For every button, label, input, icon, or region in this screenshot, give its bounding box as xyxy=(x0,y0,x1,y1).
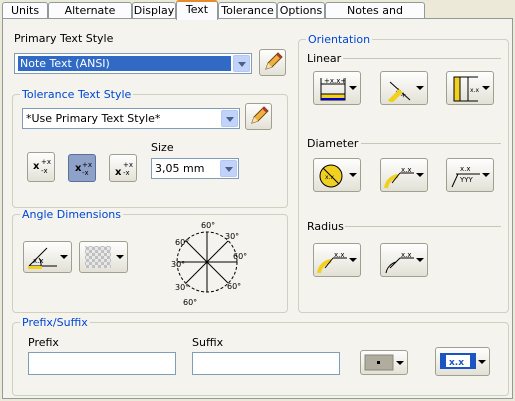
svg-text:x.x: x.x xyxy=(334,251,345,259)
svg-text:x: x xyxy=(75,163,82,174)
svg-text:x.x: x.x xyxy=(325,174,334,181)
checker-pattern-icon xyxy=(85,246,111,268)
size-value: 3,05 mm xyxy=(155,162,205,175)
symbol-square-icon xyxy=(364,354,394,371)
svg-text:YYY: YYY xyxy=(459,176,474,184)
svg-text:30°: 30° xyxy=(171,260,185,269)
svg-text:-x: -x xyxy=(82,169,89,177)
svg-text:-x: -x xyxy=(41,167,48,175)
text-frame-icon: x.x xyxy=(440,353,476,369)
size-label: Size xyxy=(151,141,174,154)
svg-text:-x: -x xyxy=(123,169,130,177)
diameter-leader-split-button[interactable]: x.x xyxy=(380,158,428,192)
svg-text:60°: 60° xyxy=(183,298,197,307)
chevron-down-icon[interactable] xyxy=(233,55,250,72)
tab-display[interactable]: Display xyxy=(132,2,176,19)
tolerance-stacked-icon: x +x-x xyxy=(33,158,51,175)
tolerance-stacked-button[interactable]: x +x -x xyxy=(27,152,55,182)
svg-text:x.x: x.x xyxy=(449,358,464,368)
edit-tolerance-text-style-button[interactable] xyxy=(245,103,272,130)
svg-text:+x: +x xyxy=(82,161,92,169)
svg-text:30°: 30° xyxy=(225,232,239,241)
svg-text:x.x: x.x xyxy=(460,165,471,173)
linear-label: Linear xyxy=(307,52,342,65)
angle-style-split-button[interactable]: x.x xyxy=(23,241,72,273)
tab-options[interactable]: Options xyxy=(277,2,325,19)
radius-outside-split-button[interactable]: x.x xyxy=(380,243,428,277)
svg-text:x: x xyxy=(33,161,40,172)
svg-text:+x: +x xyxy=(41,158,51,166)
tab-strip: Units Alternate Units Display Text Toler… xyxy=(0,0,515,32)
pencil-icon xyxy=(265,52,283,70)
svg-text:x.x: x.x xyxy=(401,251,412,259)
svg-text:60°: 60° xyxy=(201,221,215,230)
tolerance-center-button[interactable]: x +x -x xyxy=(68,154,96,182)
size-combo[interactable]: 3,05 mm xyxy=(151,158,239,179)
pencil-icon xyxy=(251,106,269,124)
prefix-suffix-title: Prefix/Suffix xyxy=(20,316,90,329)
radius-label: Radius xyxy=(307,220,344,233)
radius-outside-icon: x.x xyxy=(385,251,414,274)
diameter-separator xyxy=(361,143,501,144)
svg-text:x.x: x.x xyxy=(401,166,412,174)
tab-alternate-units[interactable]: Alternate Units xyxy=(48,2,132,32)
linear-separator xyxy=(343,58,501,59)
angle-dimension-icon: x.x xyxy=(28,247,57,269)
primary-text-style-label: Primary Text Style xyxy=(14,32,114,45)
tolerance-bottom-button[interactable]: x +x -x xyxy=(109,154,137,182)
text-tab-panel: Primary Text Style Note Text (ANSI) Tole… xyxy=(2,18,513,399)
tolerance-text-style-title: Tolerance Text Style xyxy=(20,88,134,101)
svg-text:30°: 30° xyxy=(175,283,189,292)
diameter-inside-split-button[interactable]: x.x xyxy=(313,158,361,192)
angle-wheel-icon: 60° 30° 60° 60° 30° 60° 30° 60° xyxy=(171,221,247,307)
symbol-split-button[interactable] xyxy=(360,350,408,375)
diameter-leader-icon: x.x xyxy=(384,166,414,189)
tolerance-center-icon: x +x-x xyxy=(75,161,92,177)
tolerance-text-style-combo[interactable]: *Use Primary Text Style* xyxy=(22,108,240,129)
primary-text-style-value: Note Text (ANSI) xyxy=(18,56,231,71)
angle-dimensions-title: Angle Dimensions xyxy=(20,208,123,221)
chevron-down-icon[interactable] xyxy=(220,160,237,177)
diameter-circle-icon: x.x xyxy=(319,164,343,188)
suffix-input[interactable] xyxy=(192,352,340,375)
svg-text:+x: +x xyxy=(123,161,133,169)
svg-text:60°: 60° xyxy=(227,282,241,291)
diameter-label: Diameter xyxy=(307,137,359,150)
linear-angled-icon: x.x xyxy=(387,81,411,102)
primary-text-style-combo[interactable]: Note Text (ANSI) xyxy=(14,53,252,74)
tab-tolerance[interactable]: Tolerance xyxy=(218,2,277,19)
svg-text:60°: 60° xyxy=(175,238,189,247)
text-frame-split-button[interactable]: x.x xyxy=(435,347,490,376)
svg-text:x.x: x.x xyxy=(470,87,479,94)
radius-leader-icon: x.x xyxy=(317,251,347,274)
linear-aligned-split-button[interactable]: +x.x+ xyxy=(313,71,361,105)
prefix-label: Prefix xyxy=(28,336,59,349)
diameter-stacked-icon: x.x YYY xyxy=(451,165,480,188)
svg-text:x: x xyxy=(115,167,122,178)
tab-units[interactable]: Units xyxy=(2,2,48,19)
svg-text:x.x: x.x xyxy=(33,257,44,265)
orientation-title: Orientation xyxy=(306,33,373,46)
tab-notes-and-leaders[interactable]: Notes and Leaders xyxy=(325,2,425,32)
linear-vertical-split-button[interactable]: x.x xyxy=(446,71,494,105)
angle-fill-split-button[interactable] xyxy=(79,241,128,273)
linear-horizontal-icon: +x.x+ xyxy=(320,77,346,101)
radius-inside-split-button[interactable]: x.x xyxy=(313,243,361,277)
suffix-label: Suffix xyxy=(192,336,224,349)
diameter-stacked-split-button[interactable]: x.x YYY xyxy=(446,158,494,192)
tolerance-bottom-icon: x+x-x xyxy=(115,161,133,178)
prefix-input[interactable] xyxy=(28,352,176,375)
tab-text[interactable]: Text xyxy=(176,0,218,20)
edit-primary-text-style-button[interactable] xyxy=(259,49,286,76)
radius-separator xyxy=(345,226,501,227)
svg-text:+x.x+: +x.x+ xyxy=(324,77,346,85)
linear-angled-split-button[interactable]: x.x xyxy=(380,71,428,105)
chevron-down-icon[interactable] xyxy=(221,110,238,127)
svg-text:60°: 60° xyxy=(233,252,247,261)
tolerance-text-style-value: *Use Primary Text Style* xyxy=(26,112,161,125)
linear-vertical-icon: x.x xyxy=(453,76,479,102)
